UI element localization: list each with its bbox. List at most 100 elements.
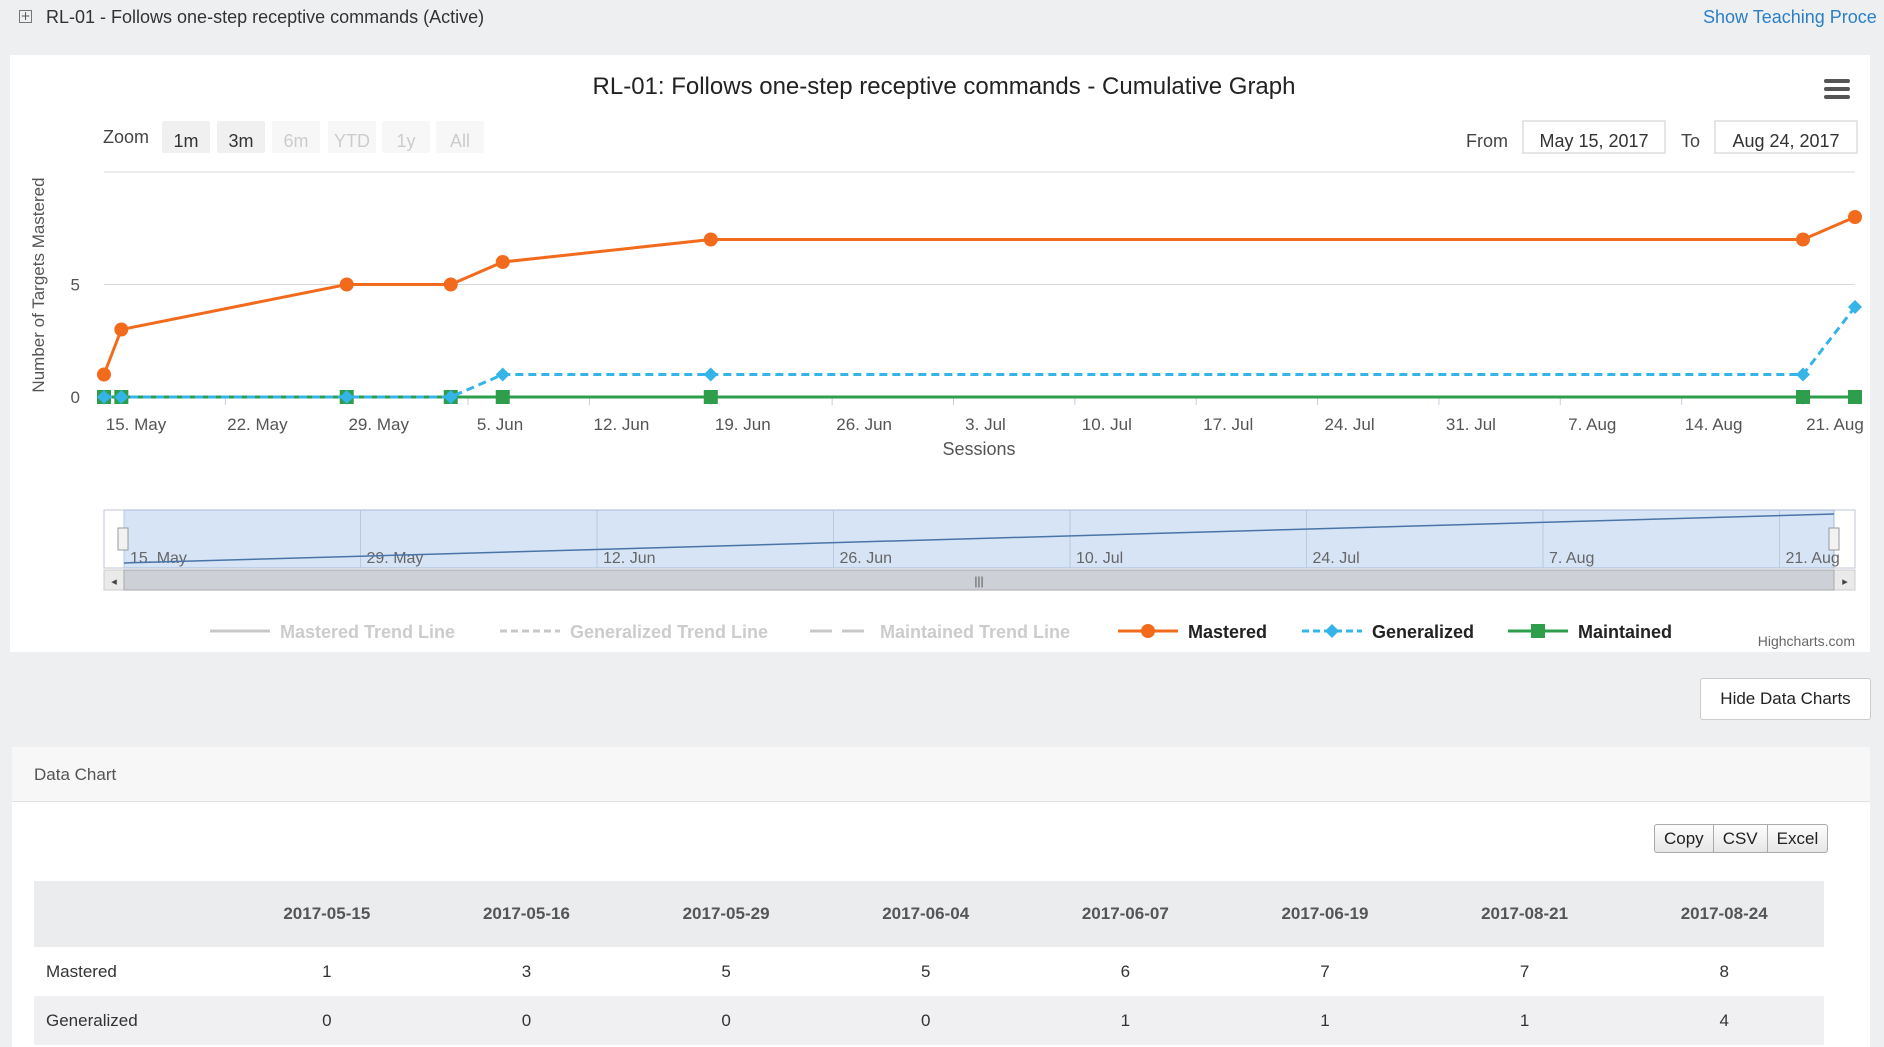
x-tick-label: 19. Jun [715, 415, 771, 434]
mastered-point[interactable] [339, 277, 354, 292]
table-header-cell[interactable]: 2017-05-16 [427, 881, 627, 947]
copy-button[interactable]: Copy [1654, 824, 1714, 853]
table-cell: 0 [721, 1010, 731, 1030]
from-label: From [1466, 131, 1508, 151]
maintained-point[interactable] [495, 390, 510, 404]
data-chart-panel: Data Chart Copy CSV Excel 2017-05-15 201… [12, 747, 1870, 1047]
x-tick-label: 31. Jul [1446, 415, 1496, 434]
series-generalized [97, 300, 1862, 404]
table-header-cell[interactable]: 2017-06-19 [1225, 881, 1425, 947]
series-maintained [97, 390, 1862, 404]
zoom-button-6m[interactable]: 6m [272, 121, 320, 153]
zoom-button-1y[interactable]: 1y [382, 121, 430, 153]
mastered-point[interactable] [703, 232, 718, 247]
x-tick-label: 5. Jun [477, 415, 523, 434]
table-cell: 7 [1320, 961, 1330, 981]
scrollbar-grip-icon: ||| [974, 574, 983, 588]
navigator-tick-label: 7. Aug [1549, 550, 1594, 567]
navigator-tick-label: 12. Jun [603, 550, 655, 567]
series-layer [97, 210, 1862, 404]
navigator-tick-label: 10. Jul [1076, 550, 1123, 567]
mastered-point[interactable] [1848, 210, 1862, 224]
cumulative-chart: RL-01: Follows one-step receptive comman… [29, 73, 1864, 649]
legend-marker[interactable] [1325, 624, 1339, 638]
generalized-point[interactable] [703, 367, 718, 382]
x-tick-labels: 15. May 22. May 29. May 5. Jun 12. Jun 19. Ju… [103, 397, 1864, 434]
zoom-buttons: 1m 3m 6m YTD 1y All [162, 121, 484, 153]
legend-item-maintained[interactable]: Maintained [1508, 622, 1672, 642]
y-axis-label: Number of Targets Mastered [29, 177, 48, 392]
legend-item-generalized-trend-line[interactable]: Generalized Trend Line [500, 622, 768, 642]
legend-label: Mastered Trend Line [280, 622, 455, 642]
scroll-left-arrow-icon[interactable]: ◂ [111, 576, 117, 588]
highcharts-credit[interactable]: Highcharts.com [1758, 633, 1855, 649]
mastered-point[interactable] [443, 277, 458, 292]
zoom-button-1m[interactable]: 1m [162, 121, 210, 153]
navigator-tick-label: 24. Jul [1313, 550, 1360, 567]
x-tick-label: 15. May [106, 415, 167, 434]
hide-data-charts-button[interactable]: Hide Data Charts [1700, 678, 1871, 720]
table-cell: 1 [1519, 1010, 1530, 1030]
zoom-button-ytd[interactable]: YTD [328, 121, 376, 153]
x-tick-label: 22. May [227, 415, 288, 434]
x-tick-label: 7. Aug [1568, 415, 1616, 434]
table-cell: 6 [1120, 961, 1131, 981]
table-header-blank [34, 881, 227, 947]
x-tick-label: 26. Jun [836, 415, 892, 434]
zoom-button-label: 6m [283, 131, 308, 151]
chart-menu-icon[interactable] [1824, 79, 1850, 99]
x-tick-label: 14. Aug [1685, 415, 1743, 434]
zoom-button-3m[interactable]: 3m [217, 121, 265, 153]
legend-marker[interactable] [1531, 624, 1545, 638]
legend-marker[interactable] [1141, 624, 1155, 638]
table-cell: 7 [1519, 961, 1530, 981]
zoom-label: Zoom [103, 127, 149, 147]
legend-item-mastered-trend-line[interactable]: Mastered Trend Line [210, 622, 455, 642]
navigator[interactable]: 15. May 29. May 12. Jun 26. Jun 10. Jul 24. J… [103, 509, 1856, 591]
x-tick-label: 21. Aug [1806, 415, 1864, 434]
y-tick-label: 0 [71, 388, 80, 407]
csv-button[interactable]: CSV [1712, 824, 1768, 853]
table-header-cell[interactable]: 2017-06-04 [826, 881, 1026, 947]
navigator-right-handle[interactable] [1828, 527, 1840, 551]
x-tick-label: 29. May [348, 415, 409, 434]
table-header-cell[interactable]: 2017-06-07 [1026, 881, 1226, 947]
navigator-tick-label: 26. Jun [840, 550, 892, 567]
mastered-point[interactable] [97, 367, 111, 382]
from-date-input[interactable]: May 15, 2017 [1539, 131, 1648, 151]
legend-label: Maintained Trend Line [880, 622, 1070, 642]
table-header-row: 2017-05-15 2017-05-16 2017-05-29 2017-06… [34, 881, 1824, 947]
legend: Mastered Trend Line Generalized Trend Lin… [210, 622, 1672, 642]
table-row: Generalized 0 0 0 0 1 1 1 4 [34, 996, 1824, 1045]
maintained-point[interactable] [703, 390, 718, 404]
x-tick-label: 3. Jul [965, 415, 1006, 434]
legend-item-mastered[interactable]: Mastered [1118, 622, 1267, 642]
table-header-cell[interactable]: 2017-08-21 [1425, 881, 1625, 947]
mastered-point[interactable] [1795, 232, 1810, 247]
mastered-point[interactable] [495, 255, 510, 269]
table-header-cell[interactable]: 2017-05-15 [227, 881, 427, 947]
table-row: Mastered 1 3 5 5 6 7 7 8 [34, 947, 1824, 996]
maintained-point[interactable] [1795, 390, 1810, 404]
table-header-cell[interactable]: 2017-05-29 [626, 881, 826, 947]
generalized-point[interactable] [495, 367, 510, 382]
mastered-point[interactable] [114, 322, 129, 337]
scroll-right-arrow-icon[interactable]: ▸ [1842, 576, 1848, 588]
generalized-line [104, 306, 1857, 399]
table-cell: 0 [920, 1010, 931, 1030]
series-mastered [97, 210, 1862, 382]
table-cell: 1 [1120, 1010, 1131, 1030]
maintained-point[interactable] [1848, 390, 1862, 404]
to-date-input[interactable]: Aug 24, 2017 [1732, 131, 1839, 151]
navigator-left-handle[interactable] [117, 527, 129, 551]
table-cell: 8 [1719, 961, 1729, 981]
zoom-button-all[interactable]: All [436, 121, 484, 153]
table-header-cell[interactable]: 2017-08-24 [1624, 881, 1824, 947]
legend-item-generalized[interactable]: Generalized [1302, 622, 1474, 642]
x-tick-label: 17. Jul [1203, 415, 1253, 434]
table-cell: 0 [322, 1010, 332, 1030]
to-label: To [1681, 131, 1700, 151]
legend-item-maintained-trend-line[interactable]: Maintained Trend Line [810, 622, 1070, 642]
excel-button[interactable]: Excel [1766, 824, 1829, 853]
table-cell: 0 [521, 1010, 532, 1030]
